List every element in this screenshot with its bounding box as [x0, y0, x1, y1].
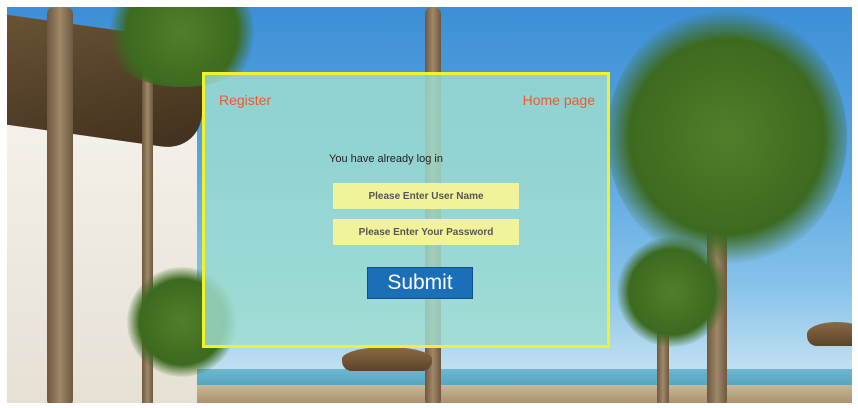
beach-hut	[807, 322, 852, 346]
register-link[interactable]: Register	[219, 92, 271, 108]
username-input[interactable]	[333, 183, 519, 209]
password-input[interactable]	[333, 219, 519, 245]
palm-fronds	[607, 7, 847, 267]
login-panel: Register Home page You have already log …	[202, 72, 610, 348]
submit-button[interactable]: Submit	[367, 267, 473, 299]
home-page-link[interactable]: Home page	[523, 92, 595, 108]
beach-hut	[342, 347, 432, 371]
login-status-text: You have already log in	[329, 153, 443, 165]
palm-trunk	[47, 7, 73, 403]
palm-fronds	[617, 237, 727, 347]
